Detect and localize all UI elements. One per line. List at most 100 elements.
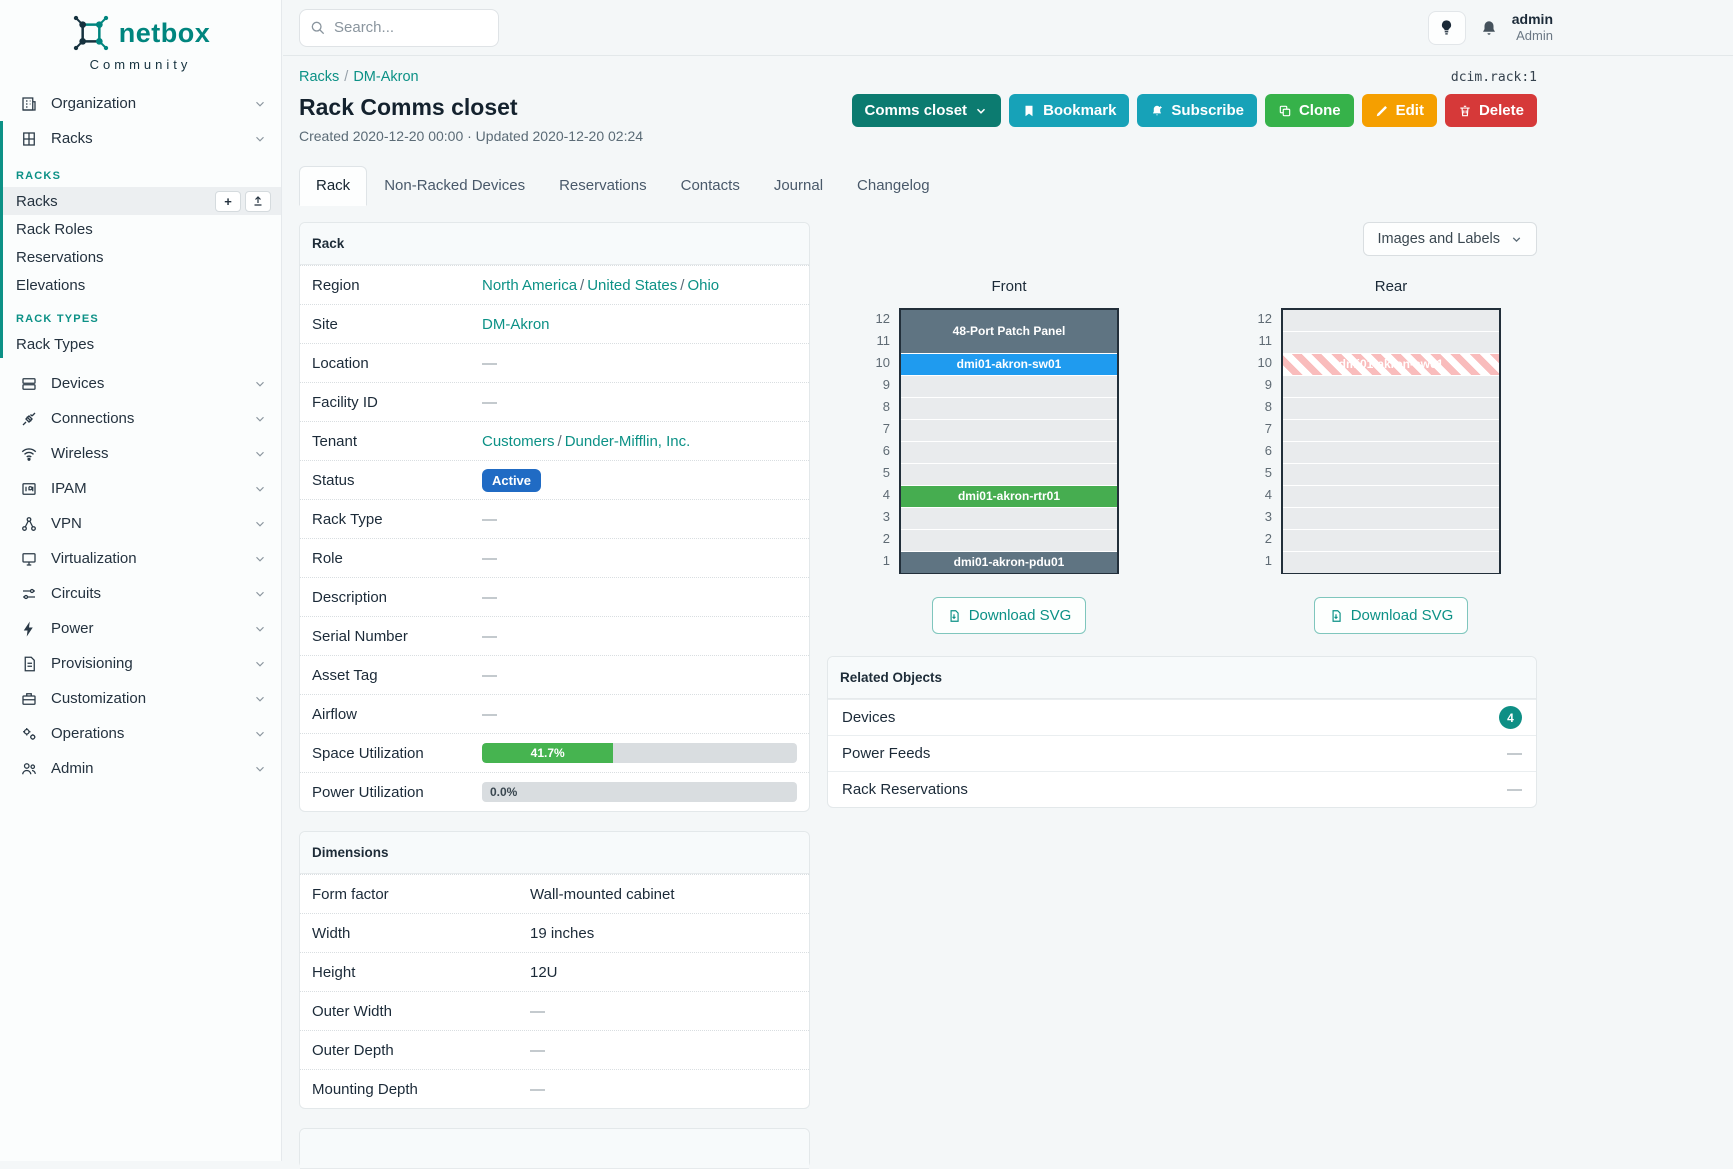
tenant-group-link[interactable]: Customers bbox=[482, 433, 555, 450]
rack-unit-empty[interactable] bbox=[1283, 552, 1499, 573]
sidebar-item-customization[interactable]: Customization bbox=[0, 681, 281, 716]
clone-button[interactable]: Clone bbox=[1265, 94, 1354, 127]
rack-device-switch[interactable]: dmi01-akron-sw01 bbox=[901, 354, 1117, 375]
tab-rack[interactable]: Rack bbox=[299, 166, 367, 206]
rack-device-patch-panel[interactable]: 48-Port Patch Panel bbox=[901, 310, 1117, 353]
sidebar-item-ipam[interactable]: IPAM bbox=[0, 471, 281, 506]
rack-unit-empty[interactable] bbox=[901, 530, 1117, 551]
rack-unit-empty[interactable] bbox=[1283, 332, 1499, 353]
rack-unit-empty[interactable] bbox=[901, 464, 1117, 485]
rack-unit-empty[interactable] bbox=[1283, 508, 1499, 529]
download-svg-front-button[interactable]: Download SVG bbox=[932, 597, 1087, 634]
sidebar: netbox Community Organization Racks RACK… bbox=[0, 0, 282, 1161]
rack-unit-empty[interactable] bbox=[901, 442, 1117, 463]
sidebar-item-wireless[interactable]: Wireless bbox=[0, 436, 281, 471]
site-link[interactable]: DM-Akron bbox=[482, 316, 550, 333]
tab-contacts[interactable]: Contacts bbox=[664, 166, 757, 206]
related-row-label: Rack Reservations bbox=[842, 781, 968, 798]
sidebar-item-connections[interactable]: Connections bbox=[0, 401, 281, 436]
tab-non-racked-devices[interactable]: Non-Racked Devices bbox=[367, 166, 542, 206]
elevation-rear-title: Rear bbox=[1245, 278, 1501, 295]
sidebar-item-power[interactable]: Power bbox=[0, 611, 281, 646]
related-row-label: Devices bbox=[842, 709, 895, 726]
rack-unit-empty[interactable] bbox=[1283, 376, 1499, 397]
rack-name-dropdown-button[interactable]: Comms closet bbox=[852, 94, 1002, 127]
theme-toggle-button[interactable] bbox=[1428, 11, 1466, 45]
sidebar-item-devices[interactable]: Devices bbox=[0, 366, 281, 401]
unit-numbers-front: 12 11 10 9 8 7 6 5 4 3 2 1 bbox=[863, 308, 890, 574]
sidebar-item-operations[interactable]: Operations bbox=[0, 716, 281, 751]
related-row-rack-reservations[interactable]: Rack Reservations — bbox=[828, 771, 1536, 807]
file-download-icon bbox=[1329, 609, 1343, 623]
sidebar-item-organization[interactable]: Organization bbox=[0, 86, 281, 121]
user-menu[interactable]: admin Admin bbox=[1512, 11, 1553, 45]
info-row-facility-id: Facility ID — bbox=[300, 382, 809, 421]
region-link[interactable]: United States bbox=[587, 277, 677, 294]
brand-name: netbox bbox=[119, 18, 211, 49]
related-row-devices[interactable]: Devices 4 bbox=[828, 699, 1536, 735]
tab-journal[interactable]: Journal bbox=[757, 166, 840, 206]
rack-device-router[interactable]: dmi01-akron-rtr01 bbox=[901, 486, 1117, 507]
sidebar-item-racks[interactable]: Racks bbox=[3, 121, 281, 156]
download-svg-rear-button[interactable]: Download SVG bbox=[1314, 597, 1469, 634]
search-box[interactable] bbox=[299, 9, 499, 47]
rack-unit-empty[interactable] bbox=[901, 376, 1117, 397]
region-link[interactable]: North America bbox=[482, 277, 577, 294]
sidebar-item-elevations[interactable]: Elevations bbox=[3, 271, 281, 299]
tab-changelog[interactable]: Changelog bbox=[840, 166, 947, 206]
import-rack-button[interactable] bbox=[245, 191, 271, 212]
rack-unit-empty[interactable] bbox=[1283, 486, 1499, 507]
edit-button[interactable]: Edit bbox=[1362, 94, 1437, 127]
related-row-power-feeds[interactable]: Power Feeds — bbox=[828, 735, 1536, 771]
subscribe-button[interactable]: Subscribe bbox=[1137, 94, 1257, 127]
row-label: Role bbox=[312, 550, 482, 567]
power-utilization-bar: 0.0% bbox=[482, 782, 797, 802]
sidebar-item-label: Connections bbox=[51, 410, 240, 427]
images-and-labels-dropdown[interactable]: Images and Labels bbox=[1363, 222, 1537, 256]
region-link[interactable]: Ohio bbox=[687, 277, 719, 294]
rack-unit-empty[interactable] bbox=[1283, 530, 1499, 551]
tab-reservations[interactable]: Reservations bbox=[542, 166, 664, 206]
rack-unit-empty[interactable] bbox=[901, 508, 1117, 529]
related-row-value: — bbox=[1507, 781, 1522, 798]
sidebar-item-provisioning[interactable]: Provisioning bbox=[0, 646, 281, 681]
row-value: — bbox=[482, 394, 797, 411]
sidebar-item-rack-types[interactable]: Rack Types bbox=[3, 330, 281, 358]
tenant-link[interactable]: Dunder-Mifflin, Inc. bbox=[565, 433, 691, 450]
sidebar-item-circuits[interactable]: Circuits bbox=[0, 576, 281, 611]
circuit-icon bbox=[20, 585, 38, 603]
notifications-bell-icon[interactable] bbox=[1480, 19, 1498, 37]
sidebar-item-admin[interactable]: Admin bbox=[0, 751, 281, 786]
row-label: Asset Tag bbox=[312, 667, 482, 684]
breadcrumb-link-site[interactable]: DM-Akron bbox=[353, 69, 418, 85]
rack-unit-empty[interactable] bbox=[1283, 420, 1499, 441]
sidebar-item-virtualization[interactable]: Virtualization bbox=[0, 541, 281, 576]
related-row-label: Power Feeds bbox=[842, 745, 930, 762]
sidebar-item-vpn[interactable]: VPN bbox=[0, 506, 281, 541]
rack-unit-empty[interactable] bbox=[901, 398, 1117, 419]
bookmark-button[interactable]: Bookmark bbox=[1009, 94, 1129, 127]
rack-unit-empty[interactable] bbox=[1283, 464, 1499, 485]
row-label: Outer Width bbox=[312, 1003, 530, 1020]
rack-device-pdu[interactable]: dmi01-akron-pdu01 bbox=[901, 552, 1117, 573]
breadcrumb-link-racks[interactable]: Racks bbox=[299, 69, 339, 85]
brand-block[interactable]: netbox Community bbox=[0, 0, 281, 86]
sidebar-item-reservations[interactable]: Reservations bbox=[3, 243, 281, 271]
add-rack-button[interactable]: + bbox=[215, 191, 241, 212]
info-row-outer-width: Outer Width — bbox=[300, 991, 809, 1030]
breadcrumb: Racks/DM-Akron bbox=[299, 69, 419, 85]
info-row-form-factor: Form factor Wall-mounted cabinet bbox=[300, 874, 809, 913]
link-separator: / bbox=[677, 277, 687, 294]
delete-button[interactable]: Delete bbox=[1445, 94, 1537, 127]
rack-unit-empty[interactable] bbox=[901, 420, 1117, 441]
rack-unit-empty[interactable] bbox=[1283, 442, 1499, 463]
elevation-front: Front 12 11 10 9 8 7 6 5 4 3 bbox=[863, 278, 1119, 634]
sidebar-item-rack-roles[interactable]: Rack Roles bbox=[3, 215, 281, 243]
search-input[interactable] bbox=[334, 19, 488, 36]
chevron-down-icon bbox=[1510, 233, 1523, 246]
rack-unit-empty[interactable] bbox=[1283, 310, 1499, 331]
rack-unit-empty[interactable] bbox=[1283, 398, 1499, 419]
sidebar-item-racks-list[interactable]: Racks + bbox=[3, 187, 281, 215]
unit-number: 8 bbox=[1245, 396, 1272, 418]
rack-device-switch-rear[interactable]: dmi01-akron-sw01 bbox=[1283, 354, 1499, 375]
